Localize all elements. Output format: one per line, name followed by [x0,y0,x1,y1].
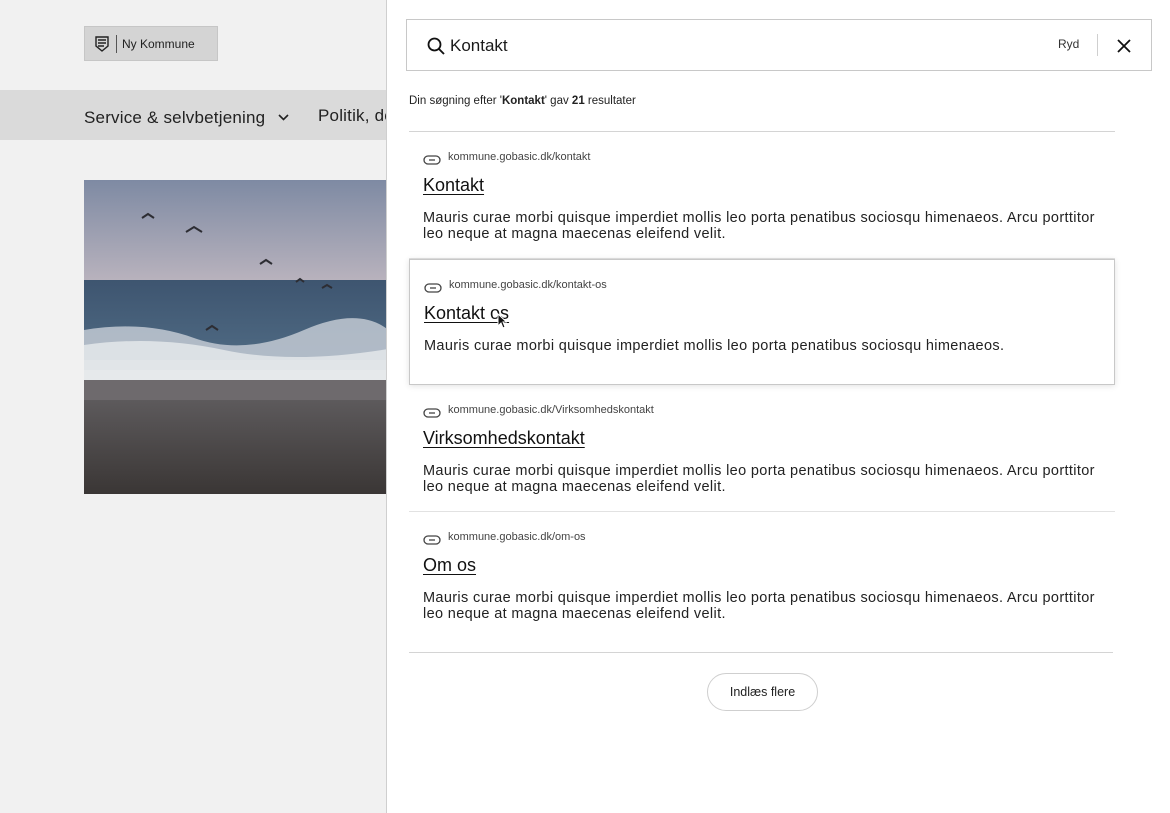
load-more-button[interactable]: Indlæs flere [707,673,818,711]
hero-image [84,180,394,494]
logo-text: Ny Kommune [122,36,195,51]
result-description: Mauris curae morbi quisque imperdiet mol… [423,589,1095,622]
link-icon [423,405,441,418]
close-icon [1113,39,1135,60]
link-icon [424,280,442,293]
results-divider [409,652,1113,653]
crest-icon [95,35,109,52]
nav-item-politik[interactable]: Politik, de [318,106,394,126]
result-title-link[interactable]: Om os [423,555,476,576]
search-bar: Ryd [406,19,1152,71]
clear-search-button[interactable]: Ryd [1058,37,1079,51]
search-panel: Ryd Din søgning efter 'Kontakt' gav 21 r… [386,0,1170,813]
search-summary: Din søgning efter 'Kontakt' gav 21 resul… [409,95,636,107]
nav-item-label: Service & selvbetjening [84,108,266,127]
result-url: kommune.gobasic.dk/Virksomhedskontakt [448,404,654,416]
nav-item-label: Politik, de [318,106,394,125]
result-item[interactable]: kommune.gobasic.dk/Virksomhedskontakt Vi… [409,385,1115,512]
link-icon [423,532,441,545]
result-item[interactable]: kommune.gobasic.dk/om-os Om os Mauris cu… [409,512,1115,637]
chevron-down-icon [278,106,289,126]
search-input[interactable] [450,34,1010,58]
search-results: kommune.gobasic.dk/kontakt Kontakt Mauri… [409,131,1115,637]
summary-query: Kontakt [501,95,545,107]
result-url: kommune.gobasic.dk/kontakt-os [449,278,607,291]
logo-divider [116,34,117,53]
result-title-link[interactable]: Kontakt [423,175,484,196]
result-description: Mauris curae morbi quisque imperdiet mol… [424,337,1005,354]
summary-mid: ' gav [544,95,572,107]
search-divider [1097,34,1098,56]
link-icon [423,152,441,165]
summary-suffix: resultater [584,95,636,107]
summary-count: 21 [571,95,585,107]
mouse-cursor-icon [497,312,508,329]
result-item[interactable]: kommune.gobasic.dk/kontakt Kontakt Mauri… [409,132,1115,259]
result-description: Mauris curae morbi quisque imperdiet mol… [423,463,1095,495]
result-item[interactable]: kommune.gobasic.dk/kontakt-os Kontakt os… [409,258,1115,385]
close-search-button[interactable] [1113,35,1135,57]
result-url: kommune.gobasic.dk/om-os [448,530,586,543]
summary-prefix: Din søgning efter ' [409,95,502,107]
result-description: Mauris curae morbi quisque imperdiet mol… [423,210,1095,242]
site-logo[interactable]: Ny Kommune [84,26,218,61]
result-url: kommune.gobasic.dk/kontakt [448,151,591,163]
search-icon [427,37,445,55]
nav-item-service[interactable]: Service & selvbetjening [84,106,289,128]
result-title-link[interactable]: Virksomhedskontakt [423,428,585,449]
